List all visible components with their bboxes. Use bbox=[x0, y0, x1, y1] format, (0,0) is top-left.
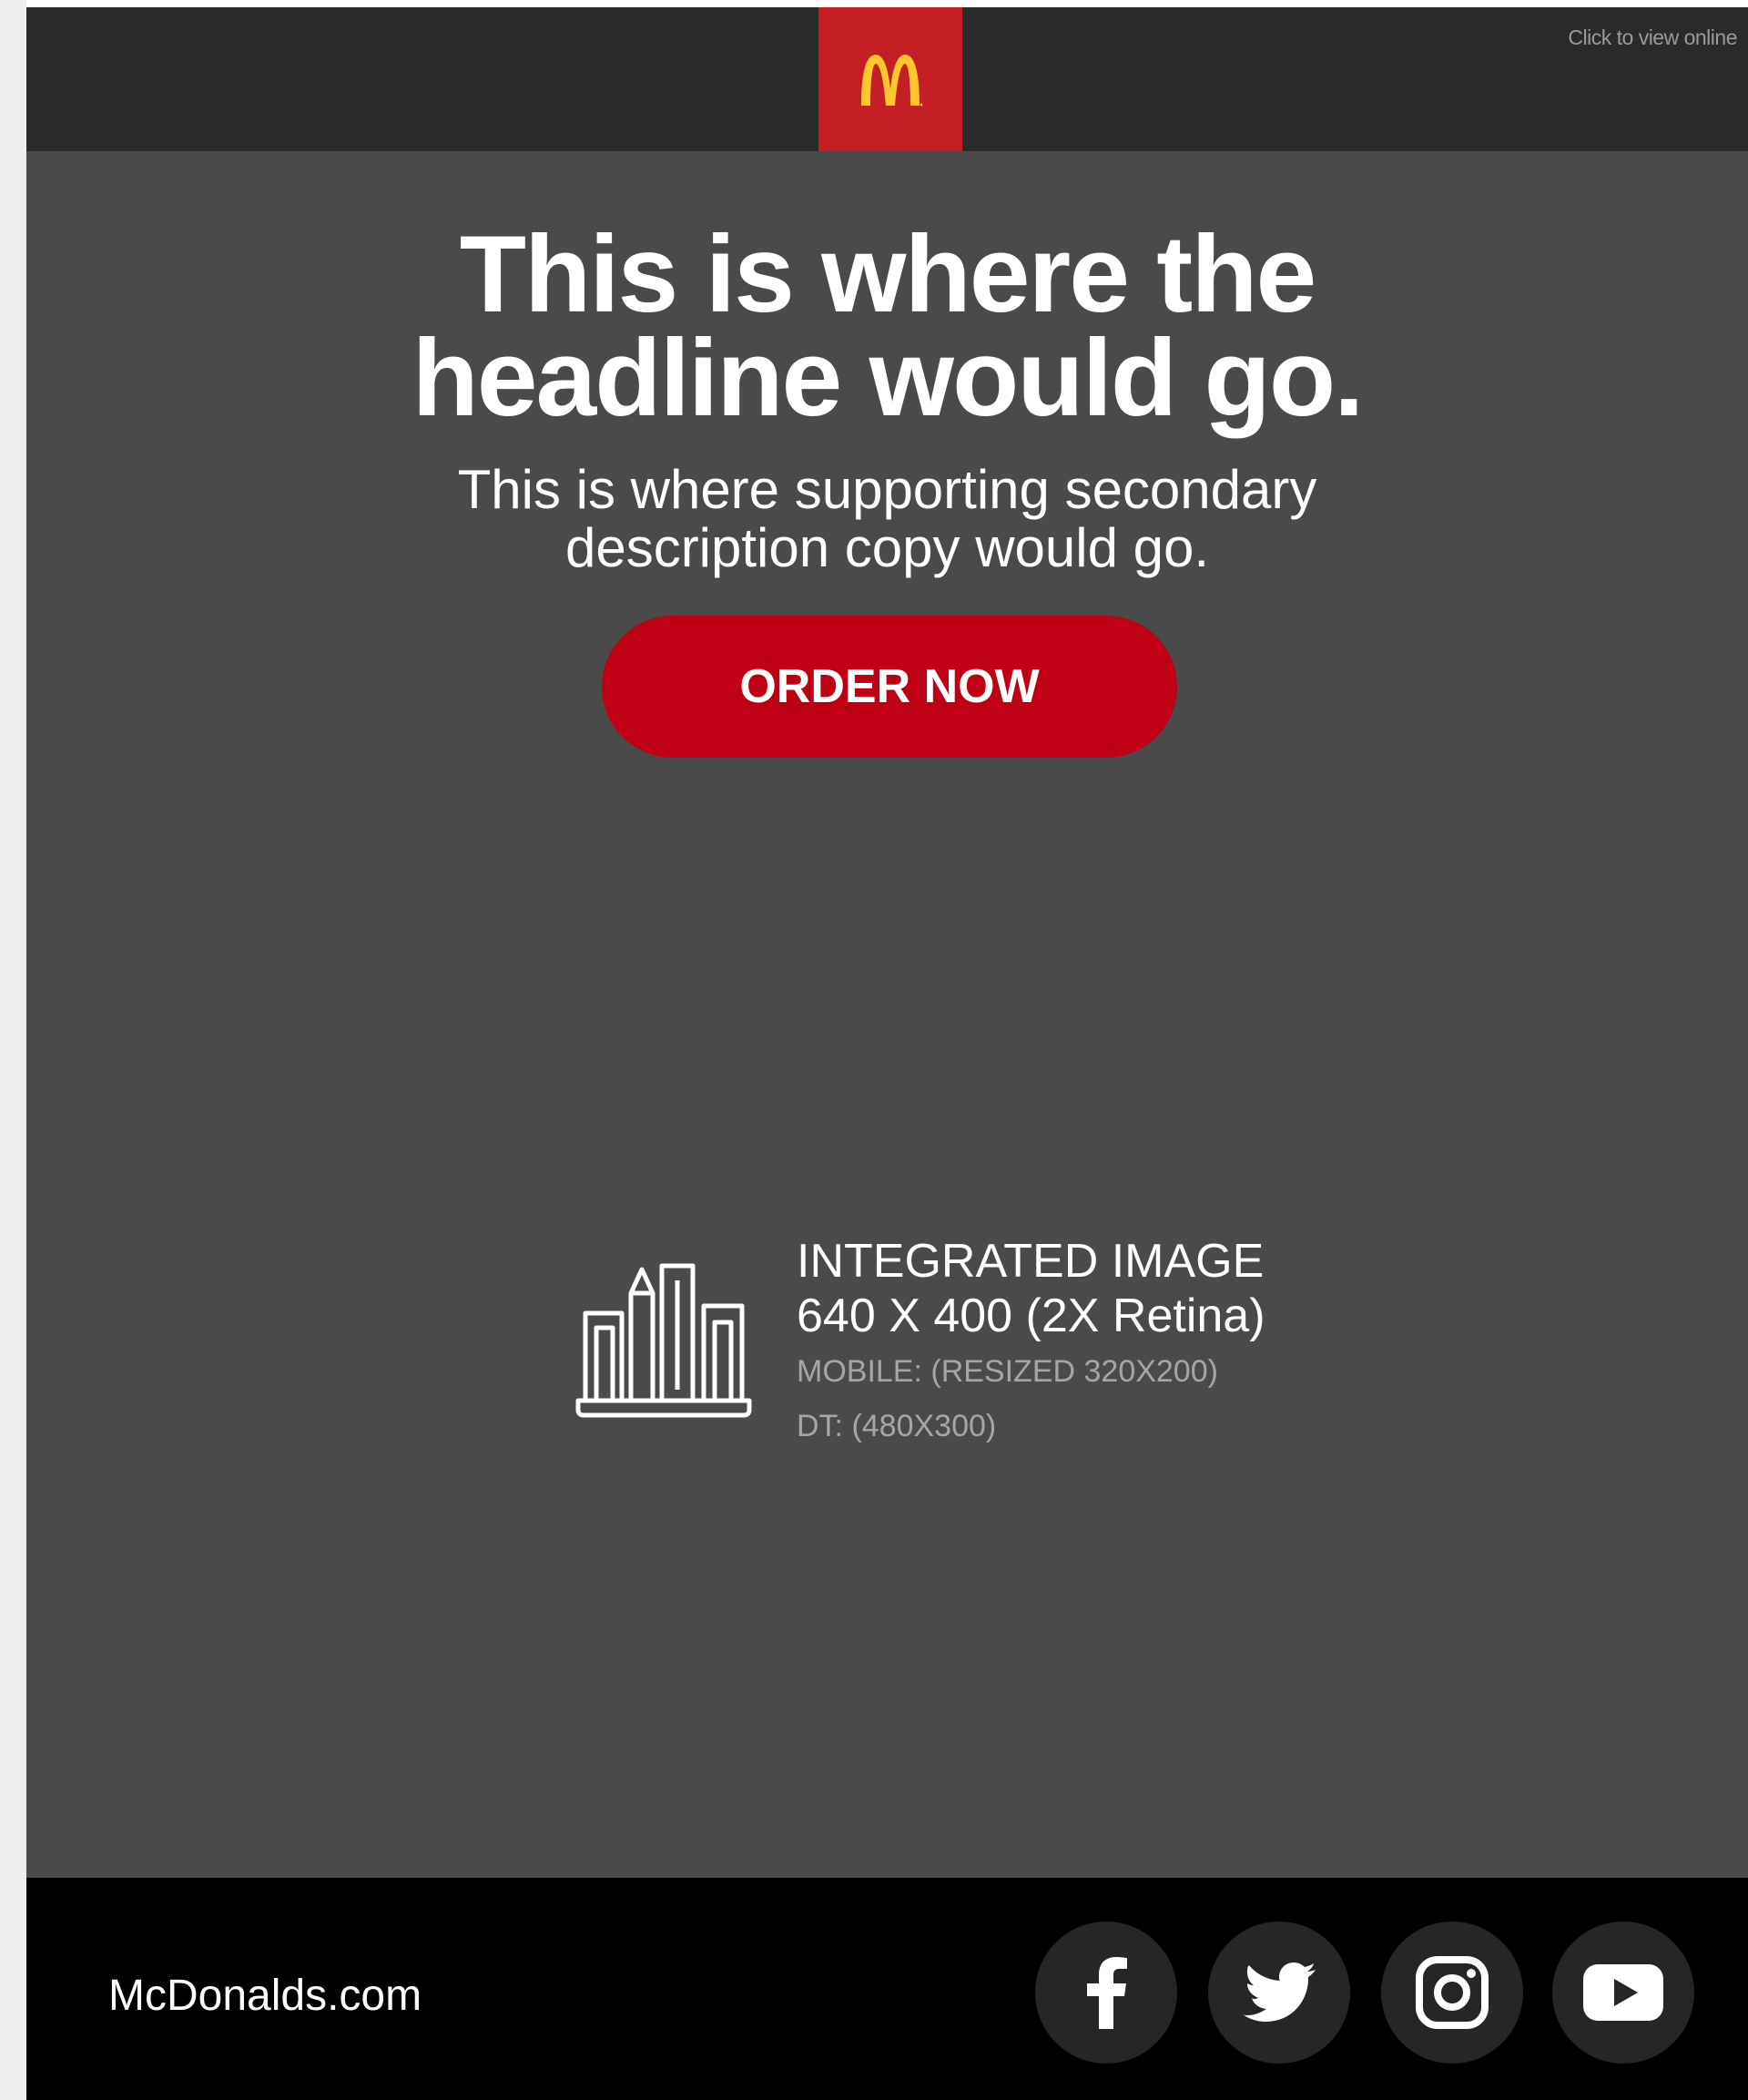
mcdonalds-golden-arches-icon bbox=[861, 55, 923, 107]
placeholder-title: INTEGRATED IMAGE bbox=[797, 1235, 1265, 1288]
twitter-button[interactable] bbox=[1208, 1922, 1350, 2064]
secondary-copy-line-2: description copy would go. bbox=[564, 517, 1210, 578]
instagram-button[interactable] bbox=[1381, 1922, 1523, 2064]
top-strip bbox=[26, 0, 1748, 7]
view-online-link[interactable]: Click to view online bbox=[1568, 25, 1737, 50]
hero-section: This is where the headline would go. Thi… bbox=[26, 151, 1748, 1878]
headline-line-1: This is where the bbox=[459, 213, 1317, 335]
email-canvas: Click to view online This is where the h… bbox=[0, 0, 1748, 2100]
order-now-button[interactable]: ORDER NOW bbox=[602, 616, 1177, 758]
facebook-button[interactable] bbox=[1035, 1922, 1177, 2064]
facebook-icon bbox=[1087, 1957, 1127, 2029]
youtube-button[interactable] bbox=[1552, 1922, 1694, 2064]
secondary-copy: This is where supporting secondary descr… bbox=[26, 461, 1748, 577]
headline: This is where the headline would go. bbox=[26, 213, 1748, 439]
placeholder-size: 640 X 400 (2X Retina) bbox=[797, 1290, 1265, 1342]
buildings-laptop-icon bbox=[575, 1263, 752, 1418]
placeholder-desktop-note: DT: (480X300) bbox=[797, 1409, 997, 1443]
mcdonalds-site-link[interactable]: McDonalds.com bbox=[108, 1971, 422, 2021]
youtube-icon bbox=[1583, 1964, 1663, 2021]
twitter-icon bbox=[1243, 1962, 1316, 2022]
placeholder-mobile-note: MOBILE: (RESIZED 320X200) bbox=[797, 1354, 1218, 1389]
instagram-icon bbox=[1416, 1956, 1489, 2029]
email-footer: McDonalds.com bbox=[26, 1878, 1748, 2100]
headline-line-2: headline would go. bbox=[412, 317, 1365, 439]
mcdonalds-logo[interactable] bbox=[818, 7, 962, 151]
secondary-copy-line-1: This is where supporting secondary bbox=[457, 459, 1317, 520]
